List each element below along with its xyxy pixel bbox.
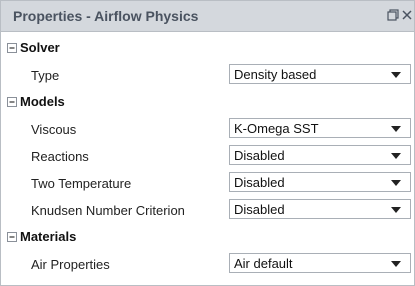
dropdown-value: Air default bbox=[234, 256, 293, 271]
section-materials[interactable]: Materials bbox=[1, 227, 414, 247]
section-models[interactable]: Models bbox=[1, 92, 414, 112]
panel-title: Properties - Airflow Physics bbox=[13, 8, 199, 24]
chevron-down-icon[interactable] bbox=[391, 180, 401, 186]
chevron-down-icon[interactable] bbox=[391, 72, 401, 78]
property-label: Knudsen Number Criterion bbox=[31, 203, 185, 218]
collapse-icon[interactable] bbox=[7, 232, 17, 242]
property-row-two-temperature: Two Temperature Disabled bbox=[1, 172, 414, 194]
property-label: Air Properties bbox=[31, 257, 110, 272]
reactions-dropdown[interactable]: Disabled bbox=[229, 145, 411, 165]
property-row-type: Type Density based bbox=[1, 64, 414, 86]
chevron-down-icon[interactable] bbox=[391, 153, 401, 159]
panel-titlebar: Properties - Airflow Physics bbox=[1, 1, 414, 32]
collapse-icon[interactable] bbox=[7, 43, 17, 53]
viscous-dropdown[interactable]: K-Omega SST bbox=[229, 118, 411, 138]
dropdown-value: K-Omega SST bbox=[234, 121, 319, 136]
property-row-reactions: Reactions Disabled bbox=[1, 145, 414, 167]
section-label: Models bbox=[20, 94, 65, 109]
property-label: Two Temperature bbox=[31, 176, 132, 191]
property-row-air-properties: Air Properties Air default bbox=[1, 253, 414, 275]
property-row-knudsen: Knudsen Number Criterion Disabled bbox=[1, 199, 414, 221]
chevron-down-icon[interactable] bbox=[391, 207, 401, 213]
property-row-viscous: Viscous K-Omega SST bbox=[1, 118, 414, 140]
close-icon[interactable] bbox=[401, 9, 413, 21]
property-label: Reactions bbox=[31, 149, 89, 164]
two-temperature-dropdown[interactable]: Disabled bbox=[229, 172, 411, 192]
knudsen-dropdown[interactable]: Disabled bbox=[229, 199, 411, 219]
dropdown-value: Disabled bbox=[234, 202, 285, 217]
dropdown-value: Disabled bbox=[234, 148, 285, 163]
dropdown-value: Disabled bbox=[234, 175, 285, 190]
chevron-down-icon[interactable] bbox=[391, 126, 401, 132]
section-solver[interactable]: Solver bbox=[1, 38, 414, 58]
dropdown-value: Density based bbox=[234, 67, 317, 82]
property-label: Type bbox=[31, 68, 60, 83]
properties-panel: Properties - Airflow Physics Solver Type… bbox=[0, 0, 415, 286]
window-restore-icon[interactable] bbox=[387, 9, 399, 21]
section-label: Solver bbox=[20, 40, 60, 55]
chevron-down-icon[interactable] bbox=[391, 261, 401, 267]
type-dropdown[interactable]: Density based bbox=[229, 64, 411, 84]
section-label: Materials bbox=[20, 229, 77, 244]
property-label: Viscous bbox=[31, 122, 77, 137]
air-properties-dropdown[interactable]: Air default bbox=[229, 253, 411, 273]
collapse-icon[interactable] bbox=[7, 97, 17, 107]
